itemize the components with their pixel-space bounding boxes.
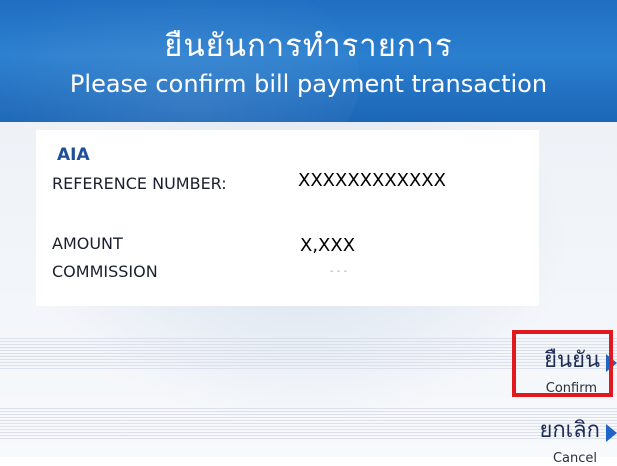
amount-value: X,XXX bbox=[300, 235, 356, 256]
reference-value: XXXXXXXXXXXX bbox=[298, 170, 446, 191]
title-english: Please confirm bill payment transaction bbox=[69, 70, 548, 98]
cancel-arrow-icon bbox=[606, 423, 617, 442]
amount-label: AMOUNT bbox=[52, 234, 123, 253]
confirm-highlight-box bbox=[512, 330, 613, 397]
payee-name: AIA bbox=[57, 145, 90, 165]
reference-label: REFERENCE NUMBER: bbox=[52, 174, 227, 193]
header-banner: ยืนยันการทำรายการ Please confirm bill pa… bbox=[0, 0, 617, 122]
commission-value: - - - bbox=[330, 266, 348, 274]
commission-label: COMMISSION bbox=[52, 262, 158, 281]
title-thai: ยืนยันการทำรายการ bbox=[164, 28, 453, 64]
cancel-label-thai: ยกเลิก bbox=[539, 418, 600, 443]
cancel-label-english: Cancel bbox=[552, 451, 597, 466]
cancel-button[interactable]: ยกเลิก Cancel bbox=[517, 412, 617, 466]
